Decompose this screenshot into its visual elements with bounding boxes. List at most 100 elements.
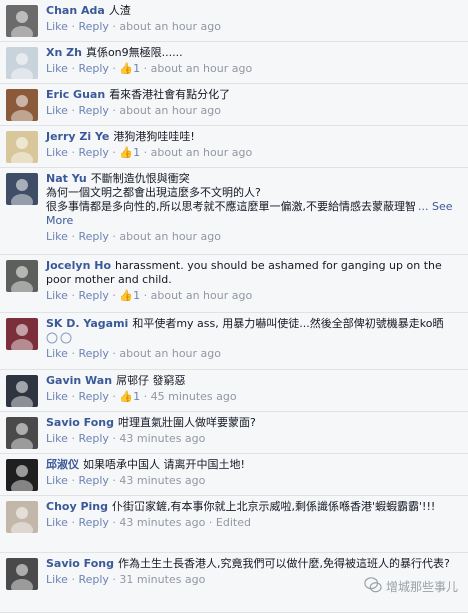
reply-link[interactable]: Reply xyxy=(78,347,108,360)
commenter-name[interactable]: Xn Zh xyxy=(46,46,82,59)
like-link[interactable]: Like xyxy=(46,146,68,159)
thumbs-up-icon: 👍 xyxy=(119,289,134,302)
commenter-name[interactable]: Chan Ada xyxy=(46,4,105,17)
commenter-name[interactable]: 邱淑仪 xyxy=(46,458,79,471)
timestamp[interactable]: 43 minutes ago xyxy=(119,474,205,487)
reply-link[interactable]: Reply xyxy=(78,390,108,403)
like-link[interactable]: Like xyxy=(46,20,68,33)
reply-link[interactable]: Reply xyxy=(78,573,108,586)
timestamp[interactable]: about an hour ago xyxy=(119,347,221,360)
like-link[interactable]: Like xyxy=(46,289,68,302)
reply-link[interactable]: Reply xyxy=(78,289,108,302)
comment-body: Gavin Wan 屌邨仔 發窮惡 Like · Reply · 👍1 · 45 … xyxy=(46,374,462,404)
comment-actions: Like · Reply · 👍1 · about an hour ago xyxy=(46,62,462,76)
separator: · xyxy=(143,62,148,75)
commenter-name[interactable]: Savio Fong xyxy=(46,557,114,570)
comment-item: Jerry Zi Ye 港狗港狗哇哇哇! Like · Reply · 👍1 · … xyxy=(0,126,468,168)
edited-label[interactable]: Edited xyxy=(216,516,251,529)
like-link[interactable]: Like xyxy=(46,230,68,243)
like-count[interactable]: 1 xyxy=(133,289,140,302)
avatar[interactable] xyxy=(6,558,38,590)
reply-link[interactable]: Reply xyxy=(78,146,108,159)
timestamp[interactable]: about an hour ago xyxy=(119,104,221,117)
like-link[interactable]: Like xyxy=(46,347,68,360)
commenter-name[interactable]: Savio Fong xyxy=(46,416,114,429)
timestamp[interactable]: about an hour ago xyxy=(119,230,221,243)
timestamp[interactable]: about an hour ago xyxy=(151,289,253,302)
comment-text: 港狗港狗哇哇哇! xyxy=(113,130,195,143)
wechat-icon xyxy=(364,576,382,597)
comment-actions: Like · Reply · 43 minutes ago · Edited xyxy=(46,516,462,530)
reply-link[interactable]: Reply xyxy=(78,20,108,33)
reply-link[interactable]: Reply xyxy=(78,432,108,445)
timestamp[interactable]: 43 minutes ago xyxy=(119,516,205,529)
avatar[interactable] xyxy=(6,318,38,350)
separator: · xyxy=(71,516,75,529)
comment-text: 真係on9無極限...... xyxy=(85,46,183,59)
commenter-name[interactable]: Jocelyn Ho xyxy=(46,259,111,272)
commenter-name[interactable]: Eric Guan xyxy=(46,88,105,101)
separator: · xyxy=(112,432,116,445)
like-count[interactable]: 1 xyxy=(133,146,140,159)
comment-actions: Like · Reply · about an hour ago xyxy=(46,20,462,34)
timestamp[interactable]: 31 minutes ago xyxy=(119,573,205,586)
avatar[interactable] xyxy=(6,501,38,533)
separator: · xyxy=(71,390,75,403)
avatar[interactable] xyxy=(6,459,38,491)
separator: · xyxy=(71,347,75,360)
reply-link[interactable]: Reply xyxy=(78,104,108,117)
watermark-text: 增城那些事儿 xyxy=(385,580,458,594)
like-link[interactable]: Like xyxy=(46,573,68,586)
like-count[interactable]: 1 xyxy=(133,62,140,75)
like-link[interactable]: Like xyxy=(46,516,68,529)
comment-text: 和平使者my ass, 用暴力嚇叫使徒...然後全部俾初號機暴走ko晒 xyxy=(132,317,444,330)
commenter-name[interactable]: Jerry Zi Ye xyxy=(46,130,109,143)
comment-item: Eric Guan 看來香港社會有點分化了 Like · Reply · abou… xyxy=(0,84,468,126)
commenter-name[interactable]: Choy Ping xyxy=(46,500,108,513)
commenter-name[interactable]: SK D. Yagami xyxy=(46,317,128,330)
timestamp[interactable]: about an hour ago xyxy=(151,62,253,75)
separator: · xyxy=(112,20,116,33)
comment-body: Savio Fong 咁理直氣壯圍人做咩要蒙面? Like · Reply · 4… xyxy=(46,416,462,446)
comment-text: 作為土生土長香港人,究竟我們可以做什麼,免得被這班人的暴行代表? xyxy=(118,557,450,570)
timestamp[interactable]: 43 minutes ago xyxy=(119,432,205,445)
timestamp[interactable]: about an hour ago xyxy=(119,20,221,33)
avatar[interactable] xyxy=(6,5,38,37)
comment-body: Eric Guan 看來香港社會有點分化了 Like · Reply · abou… xyxy=(46,88,462,118)
like-link[interactable]: Like xyxy=(46,432,68,445)
commenter-name[interactable]: Gavin Wan xyxy=(46,374,112,387)
comment-body: SK D. Yagami 和平使者my ass, 用暴力嚇叫使徒...然後全部俾初… xyxy=(46,317,462,361)
comment-text: 咁理直氣壯圍人做咩要蒙面? xyxy=(118,416,256,429)
comment-text: 人渣 xyxy=(108,4,131,17)
separator: · xyxy=(71,432,75,445)
like-link[interactable]: Like xyxy=(46,474,68,487)
like-count[interactable]: 1 xyxy=(133,390,140,403)
like-link[interactable]: Like xyxy=(46,104,68,117)
avatar[interactable] xyxy=(6,173,38,205)
timestamp[interactable]: 45 minutes ago xyxy=(151,390,237,403)
comment-item: Nat Yu 不斷制造仇恨與衝突 為何一個文明之都會出現這麼多不文明的人? 很多事… xyxy=(0,168,468,255)
avatar[interactable] xyxy=(6,131,38,163)
avatar[interactable] xyxy=(6,417,38,449)
avatar[interactable] xyxy=(6,47,38,79)
reply-link[interactable]: Reply xyxy=(78,62,108,75)
comment-actions: Like · Reply · about an hour ago xyxy=(46,104,462,118)
comment-item: SK D. Yagami 和平使者my ass, 用暴力嚇叫使徒...然後全部俾初… xyxy=(0,313,468,370)
avatar[interactable] xyxy=(6,260,38,292)
comment-text: 不斷制造仇恨與衝突 為何一個文明之都會出現這麼多不文明的人? 很多事情都是多向性… xyxy=(46,172,416,213)
avatar[interactable] xyxy=(6,375,38,407)
commenter-name[interactable]: Nat Yu xyxy=(46,172,87,185)
separator: · xyxy=(112,347,116,360)
separator: · xyxy=(71,230,75,243)
reply-link[interactable]: Reply xyxy=(78,230,108,243)
like-link[interactable]: Like xyxy=(46,390,68,403)
reply-link[interactable]: Reply xyxy=(78,474,108,487)
avatar[interactable] xyxy=(6,89,38,121)
thumbs-up-icon: 👍 xyxy=(119,390,134,403)
comment-actions: Like · Reply · 43 minutes ago xyxy=(46,474,462,488)
timestamp[interactable]: about an hour ago xyxy=(151,146,253,159)
like-link[interactable]: Like xyxy=(46,62,68,75)
comment-text: 屌邨仔 發窮惡 xyxy=(116,374,186,387)
comment-item: Jocelyn Ho harassment. you should be asha… xyxy=(0,255,468,313)
reply-link[interactable]: Reply xyxy=(78,516,108,529)
